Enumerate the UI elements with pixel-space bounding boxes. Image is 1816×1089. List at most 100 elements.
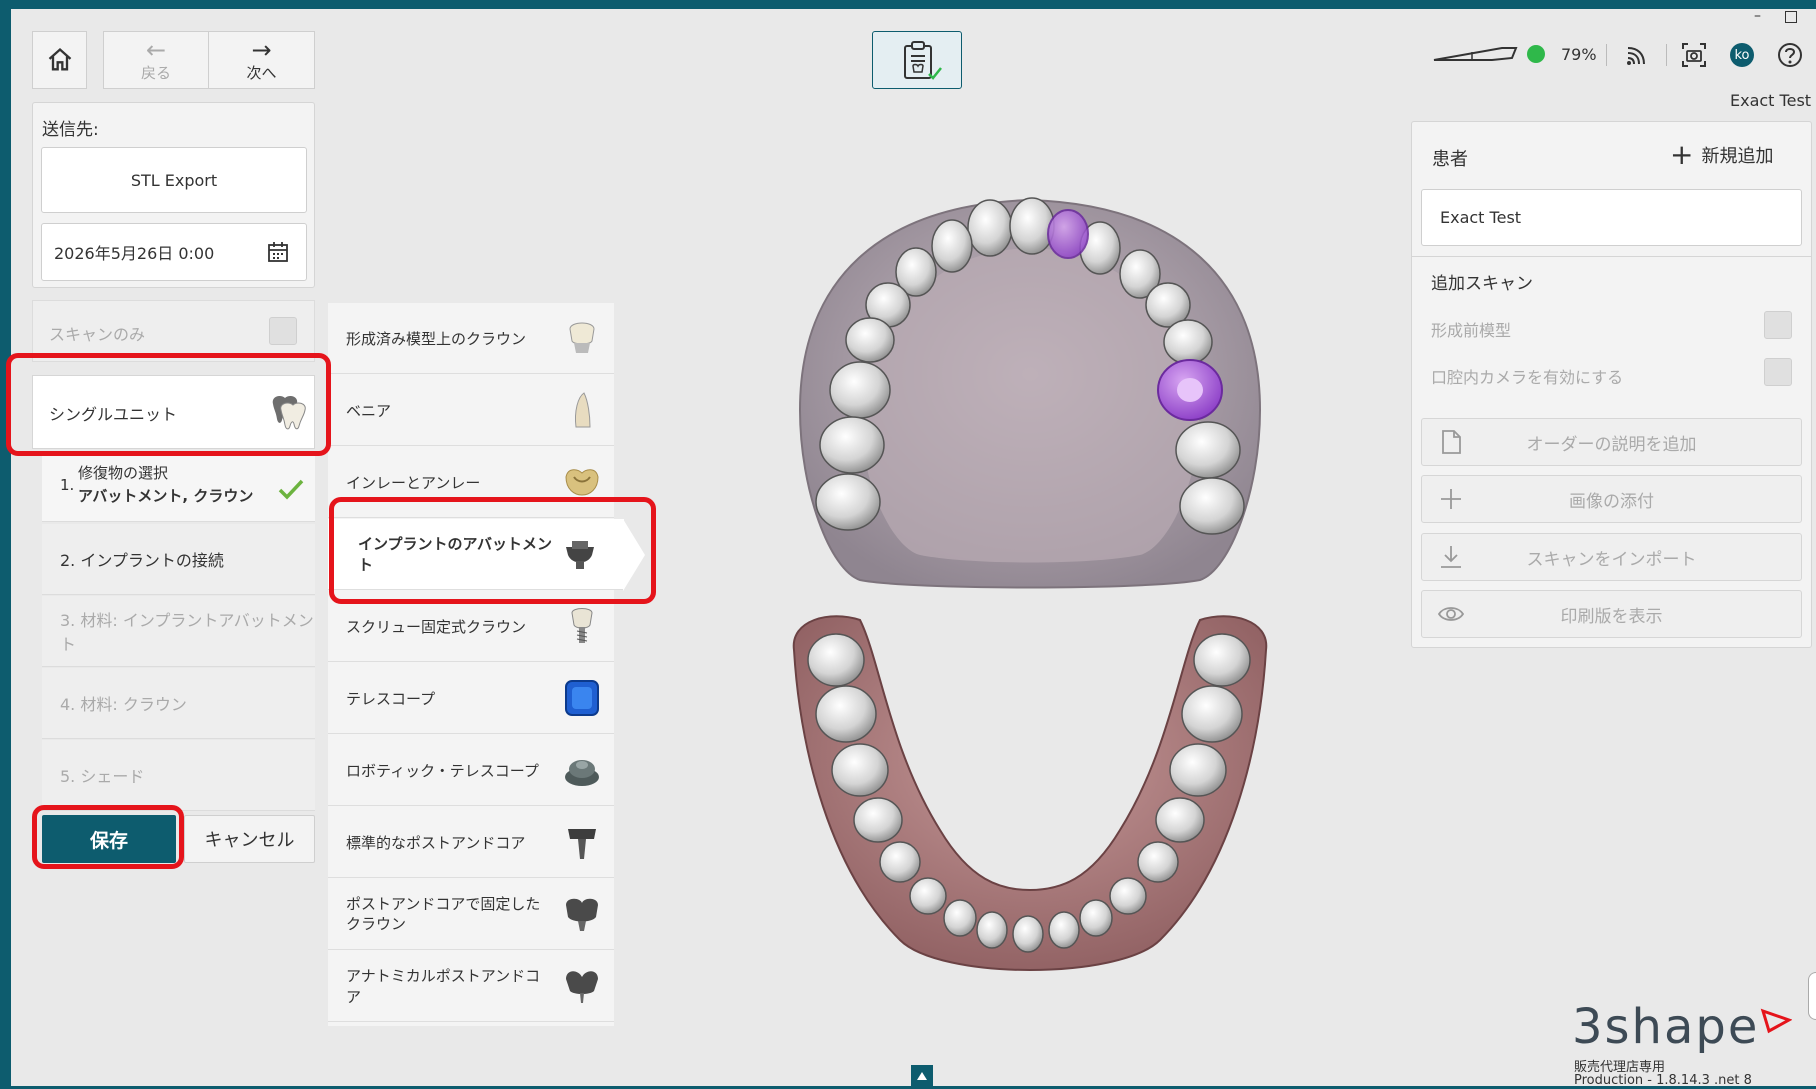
side-tab[interactable] bbox=[1808, 972, 1816, 1020]
scanner-icon bbox=[1433, 47, 1518, 61]
single-unit-item[interactable]: シングルユニット bbox=[32, 375, 315, 449]
restoration-screw-retained-crown[interactable]: スクリュー固定式クラウン bbox=[328, 591, 614, 662]
current-user-name: Exact Test bbox=[1730, 91, 1812, 110]
step-3-label: 3. 材料: インプラントアバットメント bbox=[60, 611, 314, 654]
screw-retained-crown-icon bbox=[571, 608, 593, 643]
due-date-field[interactable]: 2026年5月26日 0:00 bbox=[41, 223, 307, 281]
dental-3d-viewport[interactable] bbox=[760, 190, 1300, 990]
battery-level: 79% bbox=[1561, 45, 1597, 64]
scan-only-row[interactable]: スキャンのみ bbox=[32, 300, 315, 362]
upper-jaw-model bbox=[798, 197, 1262, 589]
restoration-label: ベニア bbox=[346, 401, 392, 420]
intraoral-camera-toggle[interactable] bbox=[1764, 358, 1792, 386]
window-restore-button[interactable] bbox=[1785, 11, 1797, 23]
restoration-label: ロボティック・テレスコープ bbox=[346, 761, 539, 780]
restoration-label: 標準的なポストアンドコア bbox=[346, 833, 526, 852]
restoration-label: アナトミカルポストアンドコア bbox=[346, 967, 541, 1006]
cancel-label: キャンセル bbox=[204, 830, 295, 851]
add-order-description-button[interactable]: オーダーの説明を追加 bbox=[1421, 418, 1802, 466]
screenshot-icon[interactable] bbox=[1681, 42, 1707, 68]
caret-up-icon bbox=[917, 1072, 927, 1080]
restoration-label: スクリュー固定式クラウン bbox=[346, 617, 527, 636]
scan-only-label: スキャンのみ bbox=[49, 325, 146, 344]
restoration-telescope[interactable]: テレスコープ bbox=[328, 663, 614, 734]
connection-status-dot bbox=[1527, 45, 1545, 63]
restoration-inlay-onlay[interactable]: インレーとアンレー bbox=[328, 447, 614, 518]
home-button[interactable] bbox=[32, 31, 87, 89]
single-unit-label: シングルユニット bbox=[49, 405, 178, 424]
action-label: スキャンをインポート bbox=[1526, 549, 1697, 570]
robotic-telescope-icon bbox=[565, 760, 599, 786]
action-label: オーダーの説明を追加 bbox=[1526, 434, 1697, 455]
checkmark-icon bbox=[278, 479, 304, 500]
restoration-label: ポストアンドコアで固定したクラウン bbox=[346, 895, 541, 933]
additional-scans-label: 追加スキャン bbox=[1431, 274, 1533, 294]
destination-button[interactable]: STL Export bbox=[41, 147, 307, 213]
clipboard-check-icon bbox=[904, 41, 942, 80]
telescope-icon bbox=[565, 680, 599, 716]
document-icon bbox=[1442, 430, 1461, 454]
preparation-model-label: 形成前模型 bbox=[1431, 321, 1512, 340]
restoration-crown-on-model[interactable]: 形成済み模型上のクラウン bbox=[328, 303, 614, 374]
plus-icon: + bbox=[1670, 138, 1694, 171]
plus-icon bbox=[1441, 489, 1461, 509]
single-tooth-icon bbox=[272, 396, 306, 430]
step-2-label: 2. インプラントの接続 bbox=[60, 551, 224, 570]
expand-panel-button[interactable] bbox=[911, 1065, 933, 1087]
show-print-version-button[interactable]: 印刷版を表示 bbox=[1421, 590, 1802, 638]
restoration-robotic-telescope[interactable]: ロボティック・テレスコープ bbox=[328, 735, 614, 806]
action-label: 印刷版を表示 bbox=[1560, 606, 1663, 627]
user-avatar[interactable]: ko bbox=[1730, 43, 1754, 67]
wifi-icon[interactable] bbox=[1624, 42, 1650, 68]
restoration-standard-post-and-core[interactable]: 標準的なポストアンドコア bbox=[328, 807, 614, 878]
post-and-core-icon bbox=[568, 829, 596, 859]
anatomical-post-core-icon bbox=[566, 971, 598, 1003]
step-1[interactable]: 1. 修復物の選択 アバットメント, クラウン bbox=[42, 452, 315, 522]
arrow-left-icon: ← bbox=[145, 35, 167, 64]
inlay-onlay-icon bbox=[565, 469, 599, 496]
brand-logo-text: 3shape bbox=[1572, 999, 1760, 1055]
step-4-label: 4. 材料: クラウン bbox=[60, 695, 187, 714]
patient-label: 患者 bbox=[1432, 149, 1468, 170]
help-icon[interactable] bbox=[1777, 42, 1803, 68]
brand-logo: 3shape bbox=[1572, 1002, 1759, 1052]
restoration-post-core-crown[interactable]: ポストアンドコアで固定したクラウン bbox=[328, 879, 614, 950]
add-new-label: 新規追加 bbox=[1701, 146, 1774, 167]
attach-image-button[interactable]: 画像の添付 bbox=[1421, 475, 1802, 523]
calendar-icon[interactable] bbox=[266, 240, 290, 264]
step-2[interactable]: 2. インプラントの接続 bbox=[42, 524, 315, 595]
add-new-patient-button[interactable]: + 新規追加 bbox=[1670, 140, 1800, 170]
step-5-label: 5. シェード bbox=[60, 767, 145, 786]
restoration-anatomical-post-core[interactable]: アナトミカルポストアンドコア bbox=[328, 951, 614, 1022]
patient-name-value: Exact Test bbox=[1440, 208, 1522, 227]
patient-name-field[interactable]: Exact Test bbox=[1421, 189, 1802, 246]
order-checklist-button[interactable] bbox=[872, 31, 962, 89]
next-button[interactable]: → 次へ bbox=[208, 31, 315, 89]
veneer-icon bbox=[575, 392, 591, 428]
window-minimize-button[interactable]: – bbox=[1754, 9, 1768, 23]
preparation-model-toggle[interactable] bbox=[1764, 311, 1792, 339]
back-label: 戻る bbox=[140, 63, 171, 82]
lower-jaw-model bbox=[792, 615, 1268, 971]
restoration-implant-abutment[interactable]: インプラントのアバットメント bbox=[328, 519, 624, 590]
status-divider bbox=[1666, 44, 1667, 66]
crown-on-model-icon bbox=[569, 322, 595, 353]
implant-abutment-icon bbox=[566, 541, 594, 569]
restoration-veneer[interactable]: ベニア bbox=[328, 375, 614, 446]
scan-only-toggle[interactable] bbox=[269, 317, 297, 345]
back-button[interactable]: ← 戻る bbox=[103, 31, 209, 89]
import-scan-button[interactable]: スキャンをインポート bbox=[1421, 533, 1802, 581]
send-to-label: 送信先: bbox=[42, 120, 99, 140]
step-4: 4. 材料: クラウン bbox=[42, 668, 315, 739]
brand-triangle-icon bbox=[1760, 1008, 1792, 1034]
version-info: Production - 1.8.14.3 .net 8 bbox=[1574, 1073, 1752, 1088]
step-1-number: 1. bbox=[60, 476, 75, 494]
restoration-label: インプラントのアバットメント bbox=[358, 535, 552, 574]
step-5: 5. シェード bbox=[42, 740, 315, 811]
save-button[interactable]: 保存 bbox=[42, 815, 176, 863]
step-1-value: アバットメント, クラウン bbox=[78, 487, 254, 505]
cancel-button[interactable]: キャンセル bbox=[184, 815, 315, 863]
due-date-value: 2026年5月26日 0:00 bbox=[54, 244, 215, 263]
download-icon bbox=[1441, 546, 1461, 568]
restoration-label: テレスコープ bbox=[346, 689, 436, 708]
